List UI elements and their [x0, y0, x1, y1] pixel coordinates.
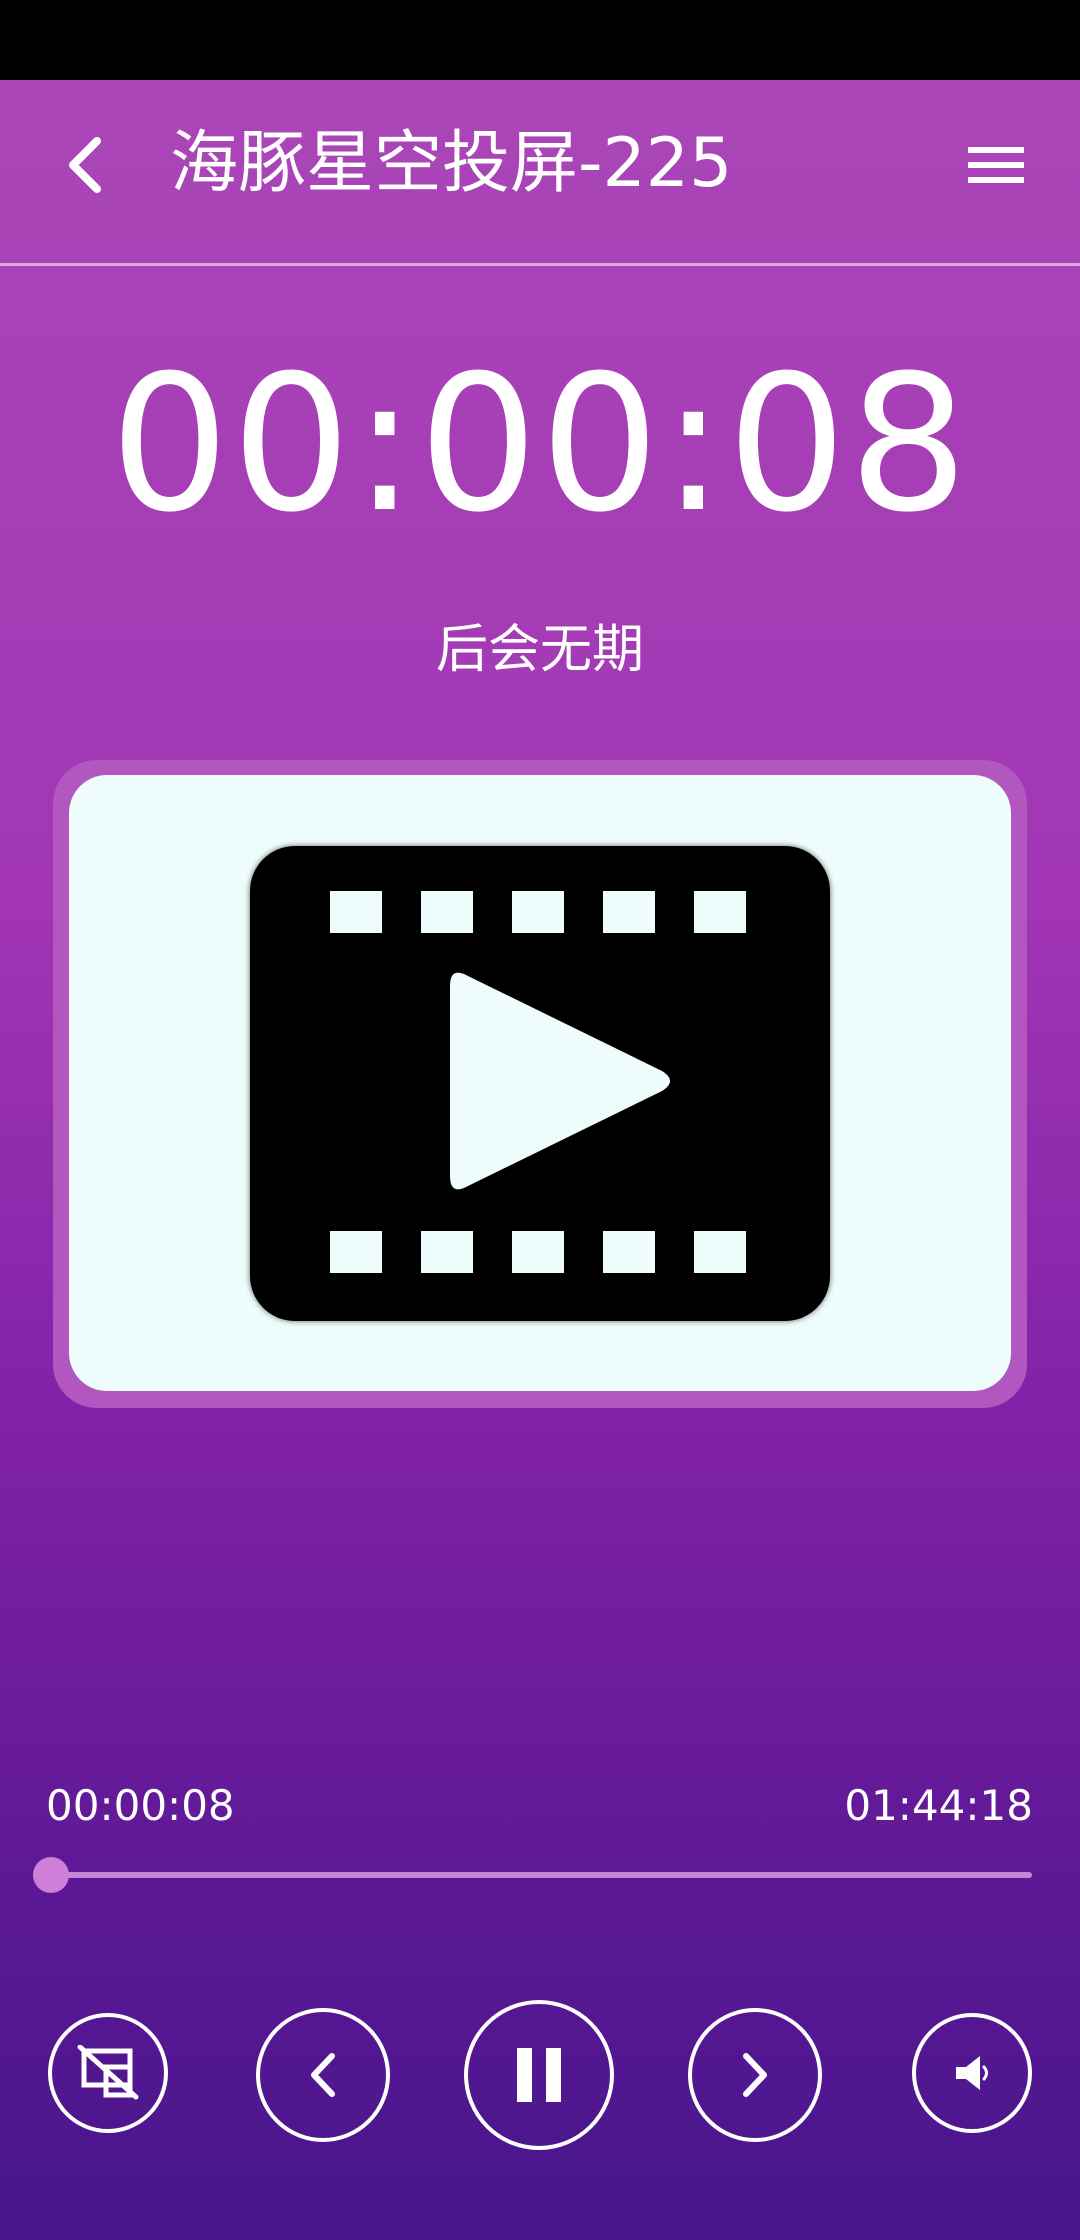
volume-button[interactable] — [912, 2013, 1032, 2133]
cover-card — [69, 775, 1011, 1391]
back-button[interactable] — [50, 125, 120, 205]
total-time: 01:44:18 — [844, 1781, 1033, 1830]
cover-frame — [53, 760, 1027, 1408]
volume-icon — [956, 2056, 988, 2090]
cast-off-icon — [77, 2045, 139, 2100]
page-title: 海豚星空投屏-225 — [170, 124, 733, 203]
seek-thumb[interactable] — [33, 1857, 70, 1893]
seek-track — [50, 1872, 1032, 1878]
video-film-icon — [250, 845, 830, 1321]
pause-icon — [517, 2048, 561, 2102]
pause-button[interactable] — [464, 2000, 614, 2150]
playback-clock: 00:00:08 — [109, 335, 971, 554]
seek-bar[interactable] — [30, 1855, 1032, 1895]
current-time: 00:00:08 — [46, 1781, 235, 1830]
chevron-right-icon — [743, 2053, 767, 2097]
song-title: 后会无期 — [435, 620, 644, 680]
stop-cast-button[interactable] — [48, 2013, 168, 2133]
top-bar: 海豚星空投屏-225 — [0, 80, 1080, 265]
header-divider — [0, 263, 1080, 266]
chevron-left-icon — [311, 2053, 335, 2097]
status-bar — [0, 0, 1080, 80]
previous-button[interactable] — [256, 2008, 390, 2142]
menu-icon — [968, 147, 1024, 183]
menu-button[interactable] — [955, 130, 1037, 200]
next-button[interactable] — [688, 2008, 822, 2142]
back-arrow-icon — [69, 137, 101, 193]
